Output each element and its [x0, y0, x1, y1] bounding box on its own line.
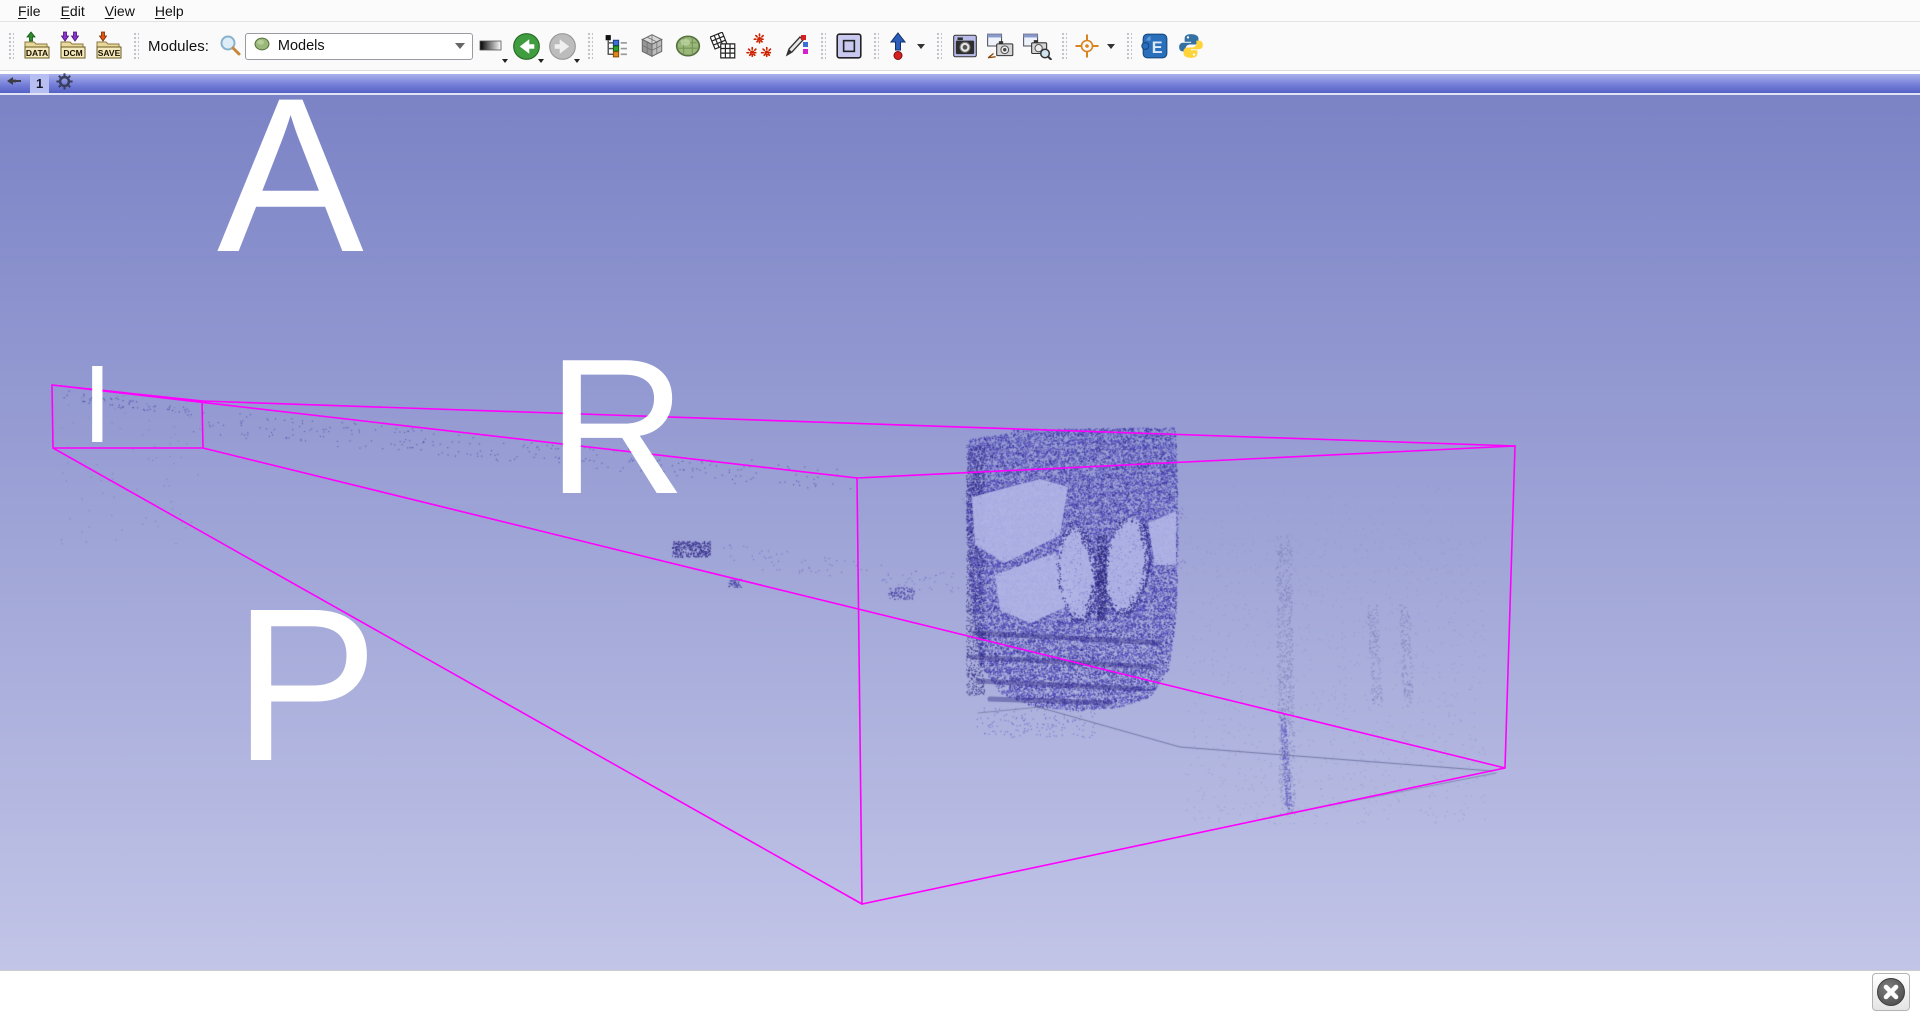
data-module-button[interactable]	[598, 27, 634, 65]
module-forward-button[interactable]	[545, 27, 581, 65]
python-icon	[1177, 32, 1205, 60]
toolbar-grip[interactable]	[1060, 31, 1067, 61]
dicom-icon: DCM	[58, 31, 88, 61]
sceneview-save-button[interactable]	[983, 27, 1019, 65]
chevron-down-icon	[1107, 44, 1115, 49]
extensions-manager-button[interactable]: E	[1137, 27, 1173, 65]
place-markup-menu-button[interactable]	[912, 29, 930, 63]
crosshair-icon	[1074, 33, 1100, 59]
history-icon	[478, 33, 504, 59]
sceneview-restore-icon	[1022, 32, 1052, 60]
back-arrow-icon	[512, 32, 541, 61]
screen-capture-button[interactable]	[947, 27, 983, 65]
volumes-module-button[interactable]	[634, 27, 670, 65]
search-icon	[217, 33, 243, 59]
camera-icon	[951, 32, 979, 60]
chevron-down-icon	[455, 43, 465, 49]
view-label: 1	[30, 74, 49, 93]
toolbar-grip[interactable]	[1125, 31, 1132, 61]
models-module-button[interactable]	[670, 27, 706, 65]
orientation-label-P: P	[233, 577, 378, 795]
svg-text:E: E	[1152, 39, 1163, 57]
orientation-label-R: R	[547, 330, 686, 523]
close-icon	[1876, 977, 1906, 1007]
import-dicom-button[interactable]: DCM	[55, 27, 91, 65]
extensions-icon: E	[1141, 32, 1169, 60]
transforms-module-button[interactable]	[706, 27, 742, 65]
module-selector-combobox[interactable]: Models	[245, 33, 473, 60]
toolbar-grip[interactable]	[819, 31, 826, 61]
sceneview-camera-icon	[986, 32, 1016, 60]
toolbar-grip[interactable]	[872, 31, 879, 61]
load-data-button[interactable]: DATA	[19, 27, 55, 65]
orientation-label-I: I	[82, 350, 113, 460]
main-toolbar: DATA DCM SAVE Modules: Models E	[0, 22, 1920, 71]
python-console-button[interactable]	[1173, 27, 1209, 65]
pen-colors-icon	[783, 33, 809, 59]
module-search-button[interactable]	[215, 27, 245, 65]
orientation-label-A: A	[217, 95, 364, 285]
svg-text:DATA: DATA	[26, 48, 48, 58]
place-point-icon	[886, 32, 910, 60]
menu-bar: FileEditViewHelp	[0, 0, 1920, 22]
view-controller-bar: 1	[0, 74, 1920, 95]
toolbar-grip[interactable]	[935, 31, 942, 61]
module-history-button[interactable]	[473, 27, 509, 65]
editor-module-button[interactable]	[778, 27, 814, 65]
menu-file[interactable]: File	[8, 1, 51, 21]
svg-text:DCM: DCM	[63, 48, 82, 58]
menu-indicator-icon	[574, 59, 580, 63]
fiducial-points-icon	[746, 33, 773, 60]
save-data-button[interactable]: SAVE	[91, 27, 127, 65]
crosshair-menu-button[interactable]	[1102, 29, 1120, 63]
forward-arrow-icon	[548, 32, 577, 61]
modules-label: Modules:	[148, 38, 209, 55]
toolbar-grip[interactable]	[132, 31, 139, 61]
pin-icon[interactable]	[5, 74, 23, 93]
models-module-icon	[253, 35, 271, 57]
close-button[interactable]	[1872, 973, 1910, 1011]
screenshot-button[interactable]	[831, 27, 867, 65]
toolbar-grip[interactable]	[586, 31, 593, 61]
module-selector-value: Models	[278, 38, 448, 54]
status-bar	[0, 970, 1920, 1012]
sceneview-restore-button[interactable]	[1019, 27, 1055, 65]
3d-view[interactable]: AI RP	[0, 95, 1920, 970]
models-blob-icon	[674, 32, 702, 60]
svg-text:SAVE: SAVE	[98, 48, 121, 58]
toolbar-grip[interactable]	[7, 31, 14, 61]
menu-view[interactable]: View	[95, 1, 145, 21]
module-back-button[interactable]	[509, 27, 545, 65]
markups-module-button[interactable]	[742, 27, 778, 65]
save-icon: SAVE	[94, 31, 124, 61]
gear-icon[interactable]	[56, 73, 73, 95]
menu-help[interactable]: Help	[145, 1, 194, 21]
subject-hierarchy-icon	[602, 33, 629, 60]
volume-cube-icon	[638, 32, 666, 60]
load-data-icon: DATA	[22, 31, 52, 61]
screenshot-frame-icon	[834, 31, 864, 61]
menu-indicator-icon	[502, 59, 508, 63]
menu-indicator-icon	[538, 59, 544, 63]
menu-edit[interactable]: Edit	[51, 1, 95, 21]
chevron-down-icon	[917, 44, 925, 49]
crosshair-button[interactable]	[1072, 27, 1102, 65]
place-markup-button[interactable]	[884, 27, 912, 65]
transform-grid-icon	[710, 32, 738, 60]
